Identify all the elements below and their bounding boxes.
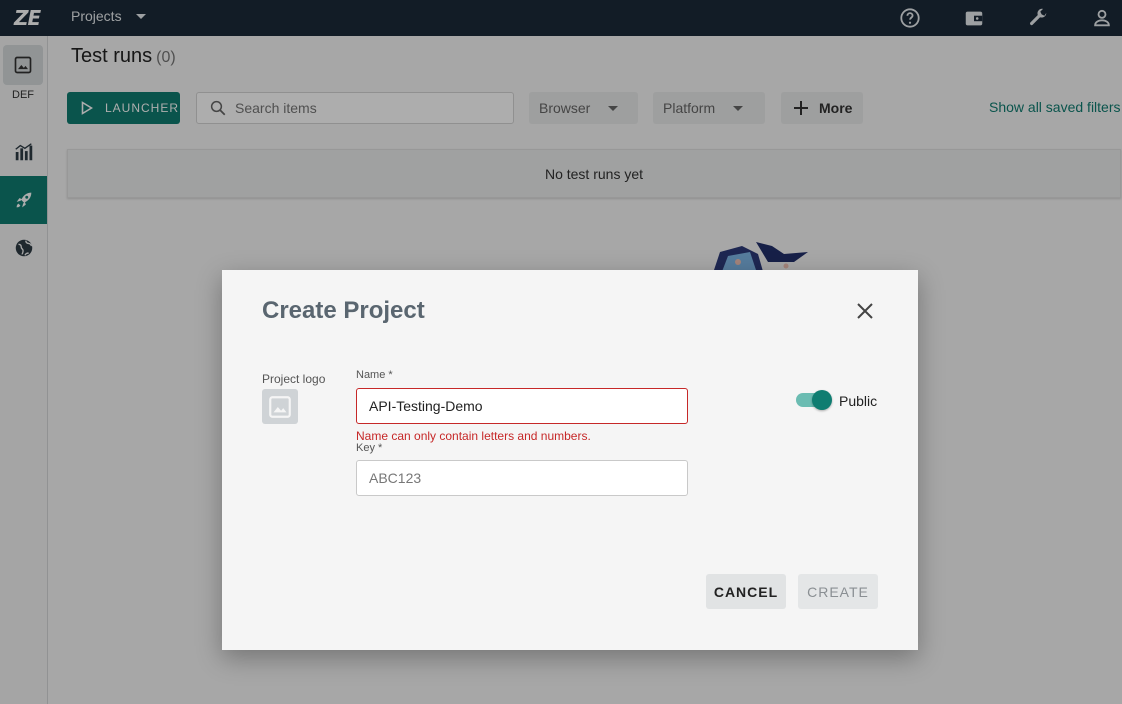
key-field-placeholder: ABC123 <box>369 470 422 486</box>
toggle-knob <box>812 390 832 410</box>
name-field-label: Name * <box>356 369 393 381</box>
image-icon <box>269 395 291 418</box>
public-toggle[interactable] <box>796 390 832 410</box>
public-label: Public <box>839 393 878 409</box>
create-button[interactable]: CREATE <box>798 574 878 609</box>
name-field[interactable]: API-Testing-Demo <box>356 388 688 424</box>
key-field[interactable]: ABC123 <box>356 460 688 496</box>
key-field-label: Key * <box>356 442 383 454</box>
create-project-dialog: Create Project Project logo Name * API-T… <box>222 270 918 650</box>
close-icon <box>857 303 873 319</box>
name-field-value: API-Testing-Demo <box>369 398 483 414</box>
name-error-message: Name can only contain letters and number… <box>356 429 591 443</box>
project-logo-upload[interactable] <box>262 389 298 424</box>
close-button[interactable] <box>854 300 876 322</box>
project-logo-label: Project logo <box>262 372 326 386</box>
cancel-button[interactable]: CANCEL <box>706 574 786 609</box>
dialog-title: Create Project <box>262 297 425 324</box>
